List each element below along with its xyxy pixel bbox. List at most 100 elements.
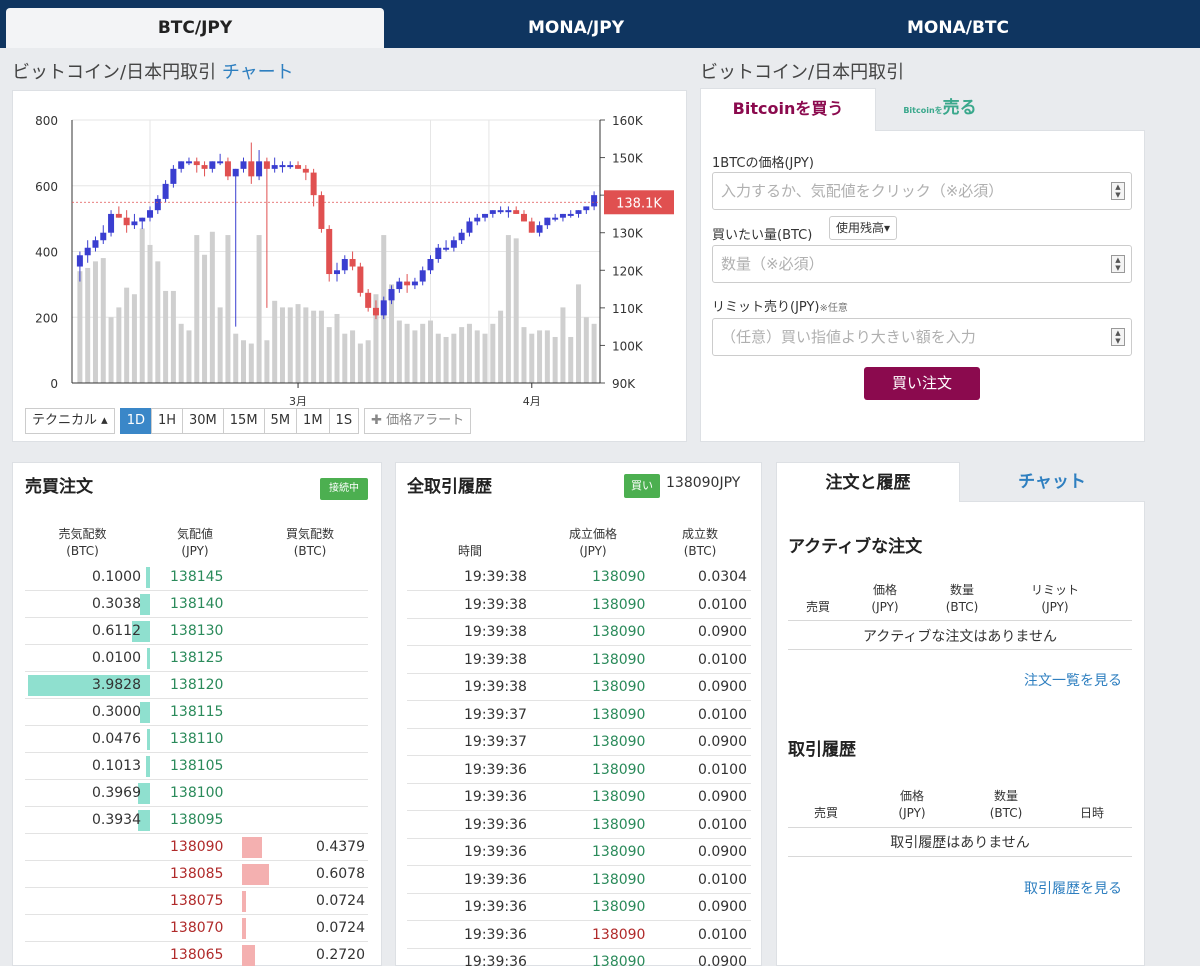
price-chart[interactable]: 020040060080090K100K110K120K130K140K150K… bbox=[12, 96, 687, 406]
view-trade-history-link[interactable]: 取引履歴を見る bbox=[1024, 878, 1122, 898]
ask-price[interactable]: 138105 bbox=[170, 753, 223, 780]
bid-price[interactable]: 138070 bbox=[170, 915, 223, 942]
tab-chat[interactable]: チャット bbox=[960, 462, 1144, 502]
ask-row[interactable]: 0.3000 138115 bbox=[25, 699, 368, 726]
depth-bar bbox=[147, 648, 150, 669]
tab-sell[interactable]: Bitcoinを売る bbox=[880, 88, 1000, 128]
view-orders-link[interactable]: 注文一覧を見る bbox=[1024, 670, 1122, 690]
amount-spinner-icon[interactable]: ▲ ▼ bbox=[1111, 255, 1125, 273]
trade-row: 19:39:36 138090 0.0100 bbox=[407, 812, 751, 839]
ask-row[interactable]: 0.3969 138100 bbox=[25, 780, 368, 807]
ask-row[interactable]: 0.1000 138145 bbox=[25, 564, 368, 591]
bid-row[interactable]: 138075 0.0724 bbox=[25, 888, 368, 915]
interval-5m[interactable]: 5M bbox=[263, 408, 298, 434]
candle-body bbox=[567, 213, 574, 216]
ask-row[interactable]: 0.3934 138095 bbox=[25, 807, 368, 834]
volume-bar bbox=[303, 307, 309, 383]
caret-up-icon: ▴ bbox=[101, 413, 108, 428]
interval-1h[interactable]: 1H bbox=[150, 408, 184, 434]
ask-row[interactable]: 0.6112 138130 bbox=[25, 618, 368, 645]
candle-body bbox=[380, 300, 387, 316]
depth-bar bbox=[140, 702, 150, 723]
ask-price[interactable]: 138100 bbox=[170, 780, 223, 807]
volume-bar bbox=[225, 235, 231, 383]
tab-orders-history[interactable]: 注文と履歴 bbox=[776, 462, 960, 502]
ask-row[interactable]: 0.3038 138140 bbox=[25, 591, 368, 618]
candle-body bbox=[115, 213, 122, 218]
volume-bar bbox=[202, 254, 208, 383]
limit-label: リミット売り(JPY)※任意 bbox=[712, 296, 848, 315]
ask-price[interactable]: 138140 bbox=[170, 591, 223, 618]
candle-body bbox=[443, 247, 450, 250]
bid-row[interactable]: 138085 0.6078 bbox=[25, 861, 368, 888]
bid-price[interactable]: 138085 bbox=[170, 861, 223, 888]
trade-price: 138090 bbox=[592, 679, 646, 695]
trade-qty: 0.0900 bbox=[698, 789, 747, 805]
limit-field[interactable]: ▲▼ bbox=[712, 318, 1132, 356]
ask-row[interactable]: 0.1013 138105 bbox=[25, 753, 368, 780]
limit-spinner-icon[interactable]: ▲ ▼ bbox=[1111, 328, 1125, 346]
bid-row[interactable]: 138070 0.0724 bbox=[25, 915, 368, 942]
trade-price: 138090 bbox=[592, 954, 646, 966]
ask-price[interactable]: 138145 bbox=[170, 564, 223, 591]
tab-btc-jpy[interactable]: BTC/JPY bbox=[6, 8, 384, 48]
ask-price[interactable]: 138120 bbox=[170, 672, 223, 699]
ask-price[interactable]: 138095 bbox=[170, 807, 223, 834]
interval-1d[interactable]: 1D bbox=[119, 408, 152, 434]
interval-1s[interactable]: 1S bbox=[328, 408, 360, 434]
ask-qty-header-unit: (BTC) bbox=[66, 544, 99, 558]
trade-qty: 0.0900 bbox=[698, 954, 747, 966]
price-field[interactable]: ▲▼ bbox=[712, 172, 1132, 210]
price-input[interactable] bbox=[713, 173, 1083, 209]
ask-qty: 0.1013 bbox=[92, 758, 141, 774]
trade-price: 138090 bbox=[592, 596, 646, 613]
left-axis-tick: 800 bbox=[35, 114, 58, 128]
bid-row[interactable]: 138065 0.2720 bbox=[25, 942, 368, 966]
bid-price[interactable]: 138090 bbox=[170, 834, 223, 861]
candle-body bbox=[489, 210, 496, 214]
candle-body bbox=[287, 165, 294, 168]
trade-time: 19:39:38 bbox=[464, 624, 527, 640]
ask-price[interactable]: 138110 bbox=[170, 726, 223, 753]
amount-field[interactable]: ▲▼ bbox=[712, 245, 1132, 283]
tab-buy[interactable]: Bitcoinを買う bbox=[700, 88, 876, 131]
ask-row[interactable]: 0.0100 138125 bbox=[25, 645, 368, 672]
candle-body bbox=[341, 259, 348, 271]
price-spinner-icon[interactable]: ▲ ▼ bbox=[1111, 182, 1125, 200]
candle-body bbox=[497, 210, 504, 213]
limit-input[interactable] bbox=[713, 319, 1083, 355]
bid-row[interactable]: 138090 0.4379 bbox=[25, 834, 368, 861]
volume-bar bbox=[427, 320, 433, 383]
trade-row: 19:39:37 138090 0.0900 bbox=[407, 729, 751, 756]
interval-1m[interactable]: 1M bbox=[296, 408, 330, 434]
volume-bar bbox=[443, 336, 449, 383]
volume-bar bbox=[272, 300, 278, 383]
chart-link[interactable]: チャート bbox=[222, 62, 294, 83]
tab-mona-btc[interactable]: MONA/BTC bbox=[768, 8, 1148, 48]
technical-dropdown[interactable]: テクニカル ▴ bbox=[25, 408, 115, 434]
ask-row[interactable]: 3.9828 138120 bbox=[25, 672, 368, 699]
volume-bar bbox=[279, 307, 285, 383]
ask-row[interactable]: 0.0476 138110 bbox=[25, 726, 368, 753]
active-qty-header-label: 数量 bbox=[949, 583, 974, 597]
bid-price[interactable]: 138065 bbox=[170, 942, 223, 966]
amount-input[interactable] bbox=[713, 246, 1083, 282]
price-alert-button[interactable]: ✚ 価格アラート bbox=[364, 408, 472, 434]
buy-order-button[interactable]: 買い注文 bbox=[864, 367, 980, 400]
volume-bar bbox=[233, 333, 239, 383]
candle-body bbox=[388, 289, 395, 301]
trade-row: 19:39:38 138090 0.0900 bbox=[407, 674, 751, 701]
ask-price[interactable]: 138125 bbox=[170, 645, 223, 672]
left-axis-tick: 400 bbox=[35, 246, 58, 260]
ask-price[interactable]: 138130 bbox=[170, 618, 223, 645]
bid-price[interactable]: 138075 bbox=[170, 888, 223, 915]
tab-mona-jpy[interactable]: MONA/JPY bbox=[384, 8, 768, 48]
interval-30m[interactable]: 30M bbox=[182, 408, 224, 434]
candle-body bbox=[201, 165, 208, 169]
trade-time: 19:39:36 bbox=[464, 954, 527, 966]
ask-price[interactable]: 138115 bbox=[170, 699, 223, 726]
interval-15m[interactable]: 15M bbox=[222, 408, 265, 434]
volume-bar bbox=[139, 228, 145, 383]
volume-bar bbox=[552, 336, 558, 383]
balance-dropdown[interactable]: 使用残高▾ bbox=[829, 216, 898, 240]
